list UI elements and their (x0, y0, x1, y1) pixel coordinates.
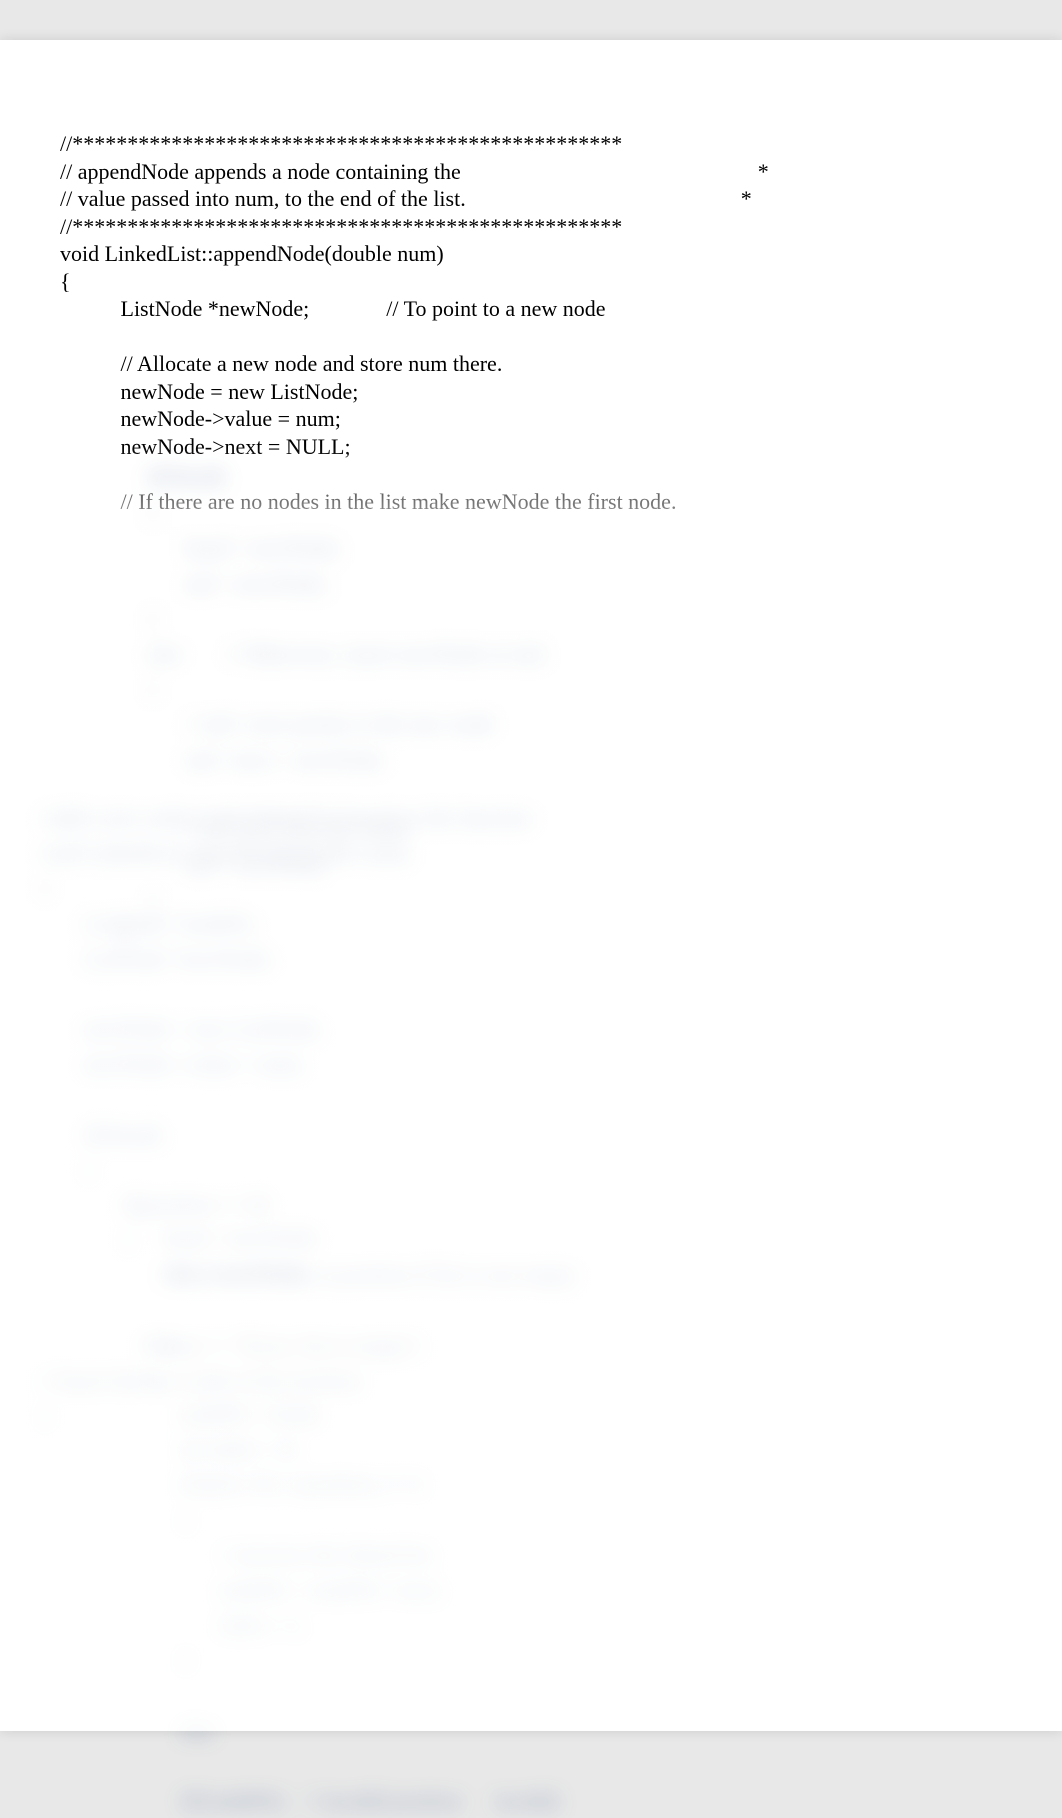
code-line: //**************************************… (60, 214, 622, 239)
code-line: // If there are no nodes in the list mak… (60, 489, 676, 514)
document-page: //**************************************… (0, 40, 1062, 1731)
code-line: void LinkedList::appendNode(double num) (60, 241, 444, 266)
code-line: ListNode *newNode; // To point to a new … (60, 296, 606, 321)
code-line: { (60, 269, 71, 294)
obscured-code-block: head = newNode; tail = newNode; else { n… (120, 1220, 562, 1818)
code-line: // Allocate a new node and store num the… (60, 351, 502, 376)
code-block: //**************************************… (60, 130, 1002, 515)
code-line: // appendNode appends a node containing … (60, 159, 769, 184)
code-line: //**************************************… (60, 131, 622, 156)
code-line: newNode = new ListNode; (60, 379, 358, 404)
code-line: // value passed into num, to the end of … (60, 186, 752, 211)
code-line: newNode->value = num; (60, 406, 341, 431)
code-line: newNode->next = NULL; (60, 434, 351, 459)
